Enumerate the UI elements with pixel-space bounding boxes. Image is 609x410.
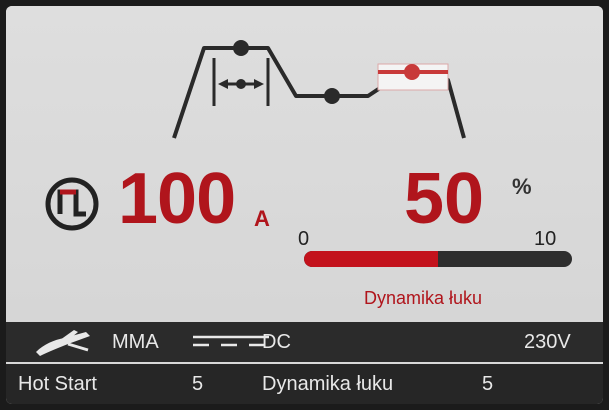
- arrow-right: [254, 79, 264, 89]
- current-unit: A: [254, 206, 270, 231]
- hot-start-label: Hot Start: [18, 373, 97, 395]
- current-type: DC: [262, 331, 291, 353]
- waveform-diagram-icon: [172, 40, 466, 139]
- arc-dynamics-value: 50: [404, 159, 485, 239]
- scale-max-label: 10: [534, 228, 557, 250]
- arc-dynamics-footer-value: 5: [482, 373, 494, 395]
- arc-dynamics-label: Dynamika łuku: [262, 373, 394, 395]
- supply-voltage: 230V: [524, 331, 571, 353]
- arrow-left: [218, 79, 228, 89]
- electrode-holder-icon: [36, 330, 90, 356]
- duration-marker: [236, 79, 246, 89]
- selected-node: [404, 64, 420, 80]
- pulse-mode-icon: [45, 177, 99, 231]
- main-area: 100 A 50 % 0 10 Dynamika łuku: [6, 6, 603, 320]
- status-bar: MMA DC 230V: [6, 322, 603, 362]
- hot-start-node: [233, 40, 249, 56]
- parameter-caption: Dynamika łuku: [363, 288, 483, 308]
- base-node: [324, 88, 340, 104]
- hot-start-value: 5: [192, 373, 204, 395]
- parameter-footer: Hot Start 5 Dynamika łuku 5: [6, 364, 603, 404]
- arc-dynamics-bar-fill: [304, 251, 438, 267]
- display-screen: 100 A 50 % 0 10 Dynamika łuku MMA DC 230…: [6, 6, 603, 404]
- welding-mode: MMA: [112, 331, 159, 353]
- current-value: 100: [118, 159, 236, 239]
- waveform-line: [172, 46, 466, 139]
- scale-min-label: 0: [298, 228, 310, 250]
- arc-dynamics-unit: %: [512, 174, 532, 199]
- dc-symbol-icon: [193, 335, 269, 347]
- arc-dynamics-bar: [304, 251, 572, 267]
